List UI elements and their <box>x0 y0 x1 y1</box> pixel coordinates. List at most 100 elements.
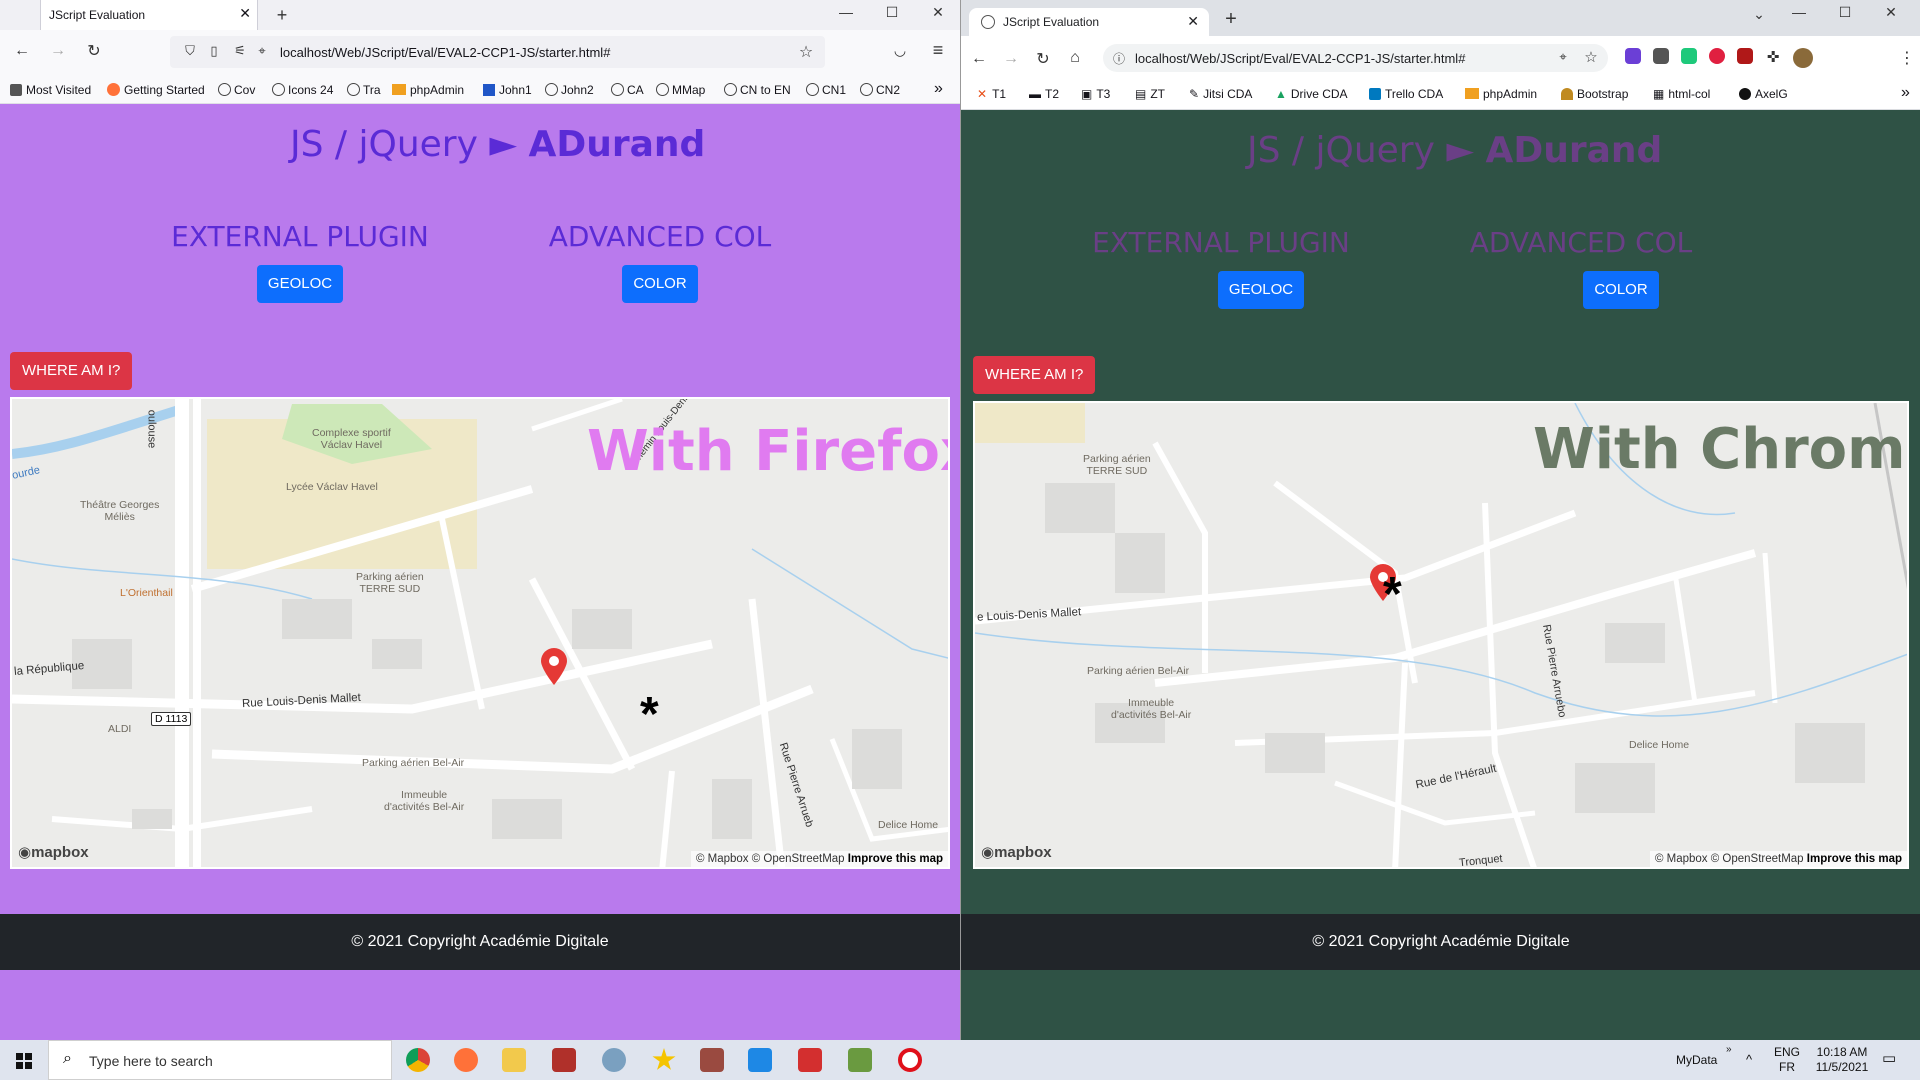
avatar[interactable] <box>1793 48 1813 68</box>
new-tab-icon[interactable]: + <box>270 5 294 26</box>
close-tab-icon[interactable]: ✕ <box>1187 13 1199 30</box>
reload-icon[interactable]: ↻ <box>82 41 106 61</box>
app-icon[interactable] <box>700 1048 724 1072</box>
bookmark-item[interactable]: Trello CDA <box>1369 87 1443 101</box>
geoloc-button[interactable]: GEOLOC <box>257 265 343 303</box>
firefox-tab[interactable]: JScript Evaluation ✕ <box>40 0 258 30</box>
minimize-icon[interactable]: — <box>834 4 858 20</box>
bookmark-item[interactable]: John2 <box>545 83 594 97</box>
close-tab-icon[interactable]: ✕ <box>239 5 251 22</box>
mapbox-logo[interactable]: ◉mapbox <box>981 843 1052 861</box>
minimize-icon[interactable]: — <box>1787 4 1811 20</box>
bookmark-star-icon[interactable]: ☆ <box>1579 48 1603 66</box>
chrome-tab[interactable]: JScript Evaluation ✕ <box>969 8 1209 36</box>
notification-icon[interactable]: ▭ <box>1882 1051 1896 1066</box>
bookmark-item[interactable]: Cov <box>218 83 255 97</box>
permissions-icon[interactable]: ⚟ <box>228 43 252 59</box>
improve-map-link[interactable]: Improve this map <box>1807 853 1902 865</box>
geoloc-button[interactable]: GEOLOC <box>1218 271 1304 309</box>
language-indicator[interactable]: ENG FR <box>1774 1045 1800 1075</box>
bookmark-item[interactable]: Getting Started <box>107 83 205 97</box>
chevron-right-icon[interactable]: » <box>1901 84 1910 102</box>
bookmark-item[interactable]: ▦ html-col <box>1653 87 1710 101</box>
taskbar-search[interactable]: ⌕ Type here to search <box>48 1040 392 1080</box>
firefox-address-bar[interactable]: ⛉ ▯ ⚟ ⌖ localhost/Web/JScript/Eval/EVAL2… <box>170 36 825 68</box>
where-am-i-button[interactable]: WHERE AM I? <box>10 352 133 390</box>
page-icon[interactable]: ▯ <box>202 43 226 59</box>
new-tab-icon[interactable]: + <box>1219 8 1243 31</box>
forward-icon[interactable]: → <box>46 42 70 60</box>
extension-icon[interactable] <box>1709 48 1725 64</box>
map[interactable]: Complexe sportif Václav Havel Lycée Václ… <box>10 397 950 869</box>
reload-icon[interactable]: ↻ <box>1031 49 1055 69</box>
bookmark-item[interactable]: phpAdmin <box>1465 87 1537 101</box>
bookmark-star-icon[interactable]: ☆ <box>794 42 818 62</box>
maximize-icon[interactable]: ☐ <box>880 4 904 21</box>
bookmark-item[interactable]: John1 <box>483 83 532 97</box>
close-window-icon[interactable]: ✕ <box>926 4 950 21</box>
file-explorer-icon[interactable] <box>502 1048 526 1072</box>
location-pin-icon[interactable]: ⌖ <box>1551 49 1575 65</box>
bookmark-item[interactable]: ✕ T1 <box>977 87 1006 101</box>
bookmark-item[interactable]: Most Visited <box>10 83 91 97</box>
attribution-text[interactable]: © Mapbox © OpenStreetMap <box>1655 853 1807 865</box>
bookmark-item[interactable]: CN1 <box>806 83 846 97</box>
star-app-icon[interactable] <box>652 1048 676 1070</box>
start-button[interactable] <box>0 1040 48 1080</box>
app-icon[interactable] <box>552 1048 576 1072</box>
where-am-i-button[interactable]: WHERE AM I? <box>973 356 1096 394</box>
info-icon[interactable]: ⓘ <box>1107 50 1131 67</box>
tray-overflow-icon[interactable]: ^ <box>1746 1052 1752 1067</box>
vscode-icon[interactable] <box>748 1048 772 1072</box>
chrome-url[interactable]: localhost/Web/JScript/Eval/EVAL2-CCP1-JS… <box>1135 51 1465 66</box>
bookmark-item[interactable]: CN to EN <box>724 83 791 97</box>
map[interactable]: Parking aérien TERRE SUD e Louis-Denis M… <box>973 401 1909 869</box>
bookmark-item[interactable]: Icons 24 <box>272 83 333 97</box>
home-icon[interactable]: ⌂ <box>1063 49 1087 67</box>
bookmark-item[interactable]: ▲ Drive CDA <box>1275 87 1348 101</box>
pocket-icon[interactable]: ◡ <box>888 42 912 59</box>
chrome-address-bar[interactable]: ⓘ localhost/Web/JScript/Eval/EVAL2-CCP1-… <box>1103 44 1608 72</box>
map-pin-icon[interactable] <box>539 647 569 687</box>
improve-map-link[interactable]: Improve this map <box>848 853 943 865</box>
location-pin-icon[interactable]: ⌖ <box>250 43 274 59</box>
pdf-reader-icon[interactable] <box>798 1048 822 1072</box>
attribution-text[interactable]: © Mapbox © OpenStreetMap <box>696 853 848 865</box>
chrome-app-icon[interactable] <box>406 1048 430 1072</box>
app-icon[interactable] <box>602 1048 626 1072</box>
back-icon[interactable]: ← <box>10 42 34 60</box>
bookmark-item[interactable]: CA <box>611 83 644 97</box>
extension-icon[interactable] <box>1625 48 1641 64</box>
kebab-menu-icon[interactable]: ⋮ <box>1895 48 1919 68</box>
bookmark-item[interactable]: CN2 <box>860 83 900 97</box>
extension-icon[interactable] <box>1737 48 1753 64</box>
maximize-icon[interactable]: ☐ <box>1833 4 1857 21</box>
color-button[interactable]: COLOR <box>622 265 698 303</box>
tab-search-icon[interactable]: ⌄ <box>1747 6 1771 23</box>
forward-icon[interactable]: → <box>999 50 1023 68</box>
bookmark-item[interactable]: ✎ Jitsi CDA <box>1189 87 1252 101</box>
bookmark-item[interactable]: ▣ T3 <box>1081 87 1110 101</box>
firefox-url[interactable]: localhost/Web/JScript/Eval/EVAL2-CCP1-JS… <box>280 45 610 60</box>
clock[interactable]: 10:18 AM 11/5/2021 <box>1806 1045 1878 1075</box>
puzzle-icon[interactable]: ✜ <box>1761 48 1785 66</box>
tray-mydata[interactable]: MyData <box>1676 1053 1717 1068</box>
color-button[interactable]: COLOR <box>1583 271 1659 309</box>
extension-icon[interactable] <box>1653 48 1669 64</box>
bookmark-item[interactable]: MMap <box>656 83 705 97</box>
bookmark-item[interactable]: AxelG <box>1739 87 1788 101</box>
chevron-right-icon[interactable]: » <box>934 80 943 98</box>
bookmark-item[interactable]: phpAdmin <box>392 83 464 97</box>
app-icon[interactable] <box>848 1048 872 1072</box>
tray-chevron-icon[interactable]: » <box>1726 1042 1732 1057</box>
shield-icon[interactable]: ⛉ <box>178 43 202 59</box>
bookmark-item[interactable]: Tra <box>347 83 381 97</box>
opera-app-icon[interactable] <box>898 1048 922 1072</box>
bookmark-item[interactable]: ▬ T2 <box>1029 87 1059 101</box>
back-icon[interactable]: ← <box>967 50 991 68</box>
extension-icon[interactable] <box>1681 48 1697 64</box>
bookmark-item[interactable]: ▤ ZT <box>1135 87 1165 101</box>
firefox-app-icon[interactable] <box>454 1048 478 1072</box>
close-window-icon[interactable]: ✕ <box>1879 4 1903 21</box>
menu-icon[interactable]: ≡ <box>926 40 950 61</box>
